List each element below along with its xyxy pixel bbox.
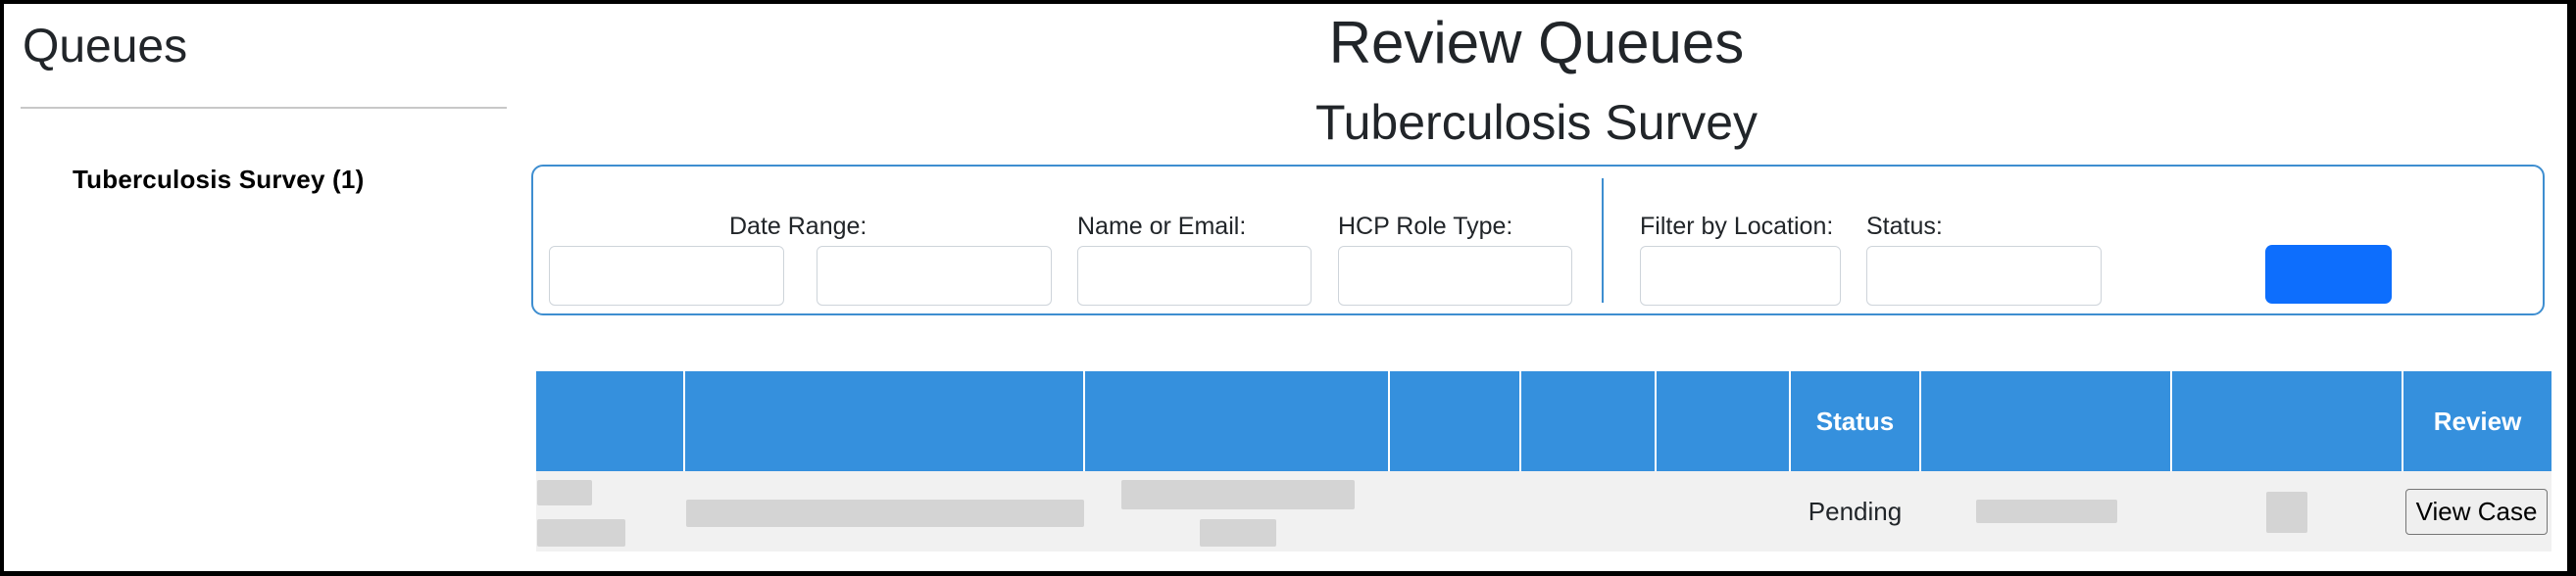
cell-8 (1920, 471, 2171, 552)
queue-title: Tuberculosis Survey (1314, 95, 1759, 150)
hcp-role-label: HCP Role Type: (1338, 213, 1513, 240)
status-cell: Pending (1790, 471, 1920, 552)
filter-divider (1602, 178, 1604, 303)
table-row: Pending View Case (536, 471, 2551, 552)
filter-submit-button[interactable] (2265, 245, 2392, 304)
date-end-input[interactable] (817, 246, 1052, 306)
column-header-9[interactable] (2170, 371, 2403, 471)
column-header-1[interactable] (536, 371, 684, 471)
name-email-input[interactable] (1077, 246, 1312, 306)
sidebar-item-tuberculosis-survey[interactable]: Tuberculosis Survey (1) (73, 167, 364, 192)
redacted-text (1121, 480, 1355, 509)
cell-5 (1520, 471, 1656, 552)
column-header-review: Review (2402, 371, 2551, 471)
page: Queues Tuberculosis Survey (1) Review Qu… (0, 0, 2576, 576)
redacted-text (686, 500, 1084, 527)
column-header-5[interactable] (1519, 371, 1656, 471)
sidebar-divider (21, 107, 507, 109)
cell-9 (2171, 471, 2403, 552)
date-start-input[interactable] (549, 246, 784, 306)
view-case-button[interactable]: View Case (2405, 489, 2548, 535)
cell-4 (1389, 471, 1520, 552)
status-input[interactable] (1866, 246, 2102, 306)
name-email-label: Name or Email: (1077, 213, 1247, 240)
page-title: Review Queues (1328, 10, 1745, 75)
table-header-row: Status Review (536, 371, 2551, 471)
redacted-icon (2266, 492, 2307, 533)
column-header-3[interactable] (1083, 371, 1389, 471)
column-header-8[interactable] (1919, 371, 2171, 471)
cell-2 (684, 471, 1084, 552)
date-range-label: Date Range: (729, 213, 867, 240)
review-queue-table: Status Review Pending View Case (536, 371, 2551, 552)
status-label: Status: (1866, 213, 1943, 240)
sidebar-title: Queues (23, 21, 188, 72)
location-label: Filter by Location: (1640, 213, 1834, 240)
column-header-4[interactable] (1388, 371, 1520, 471)
redacted-text (1976, 500, 2117, 523)
cell-6 (1656, 471, 1790, 552)
column-header-6[interactable] (1655, 371, 1790, 471)
column-header-status[interactable]: Status (1789, 371, 1920, 471)
review-cell: View Case (2403, 471, 2551, 552)
redacted-text (537, 480, 592, 505)
cell-3 (1084, 471, 1389, 552)
redacted-text (1200, 519, 1276, 547)
redacted-text (537, 519, 625, 547)
column-header-2[interactable] (683, 371, 1084, 471)
location-input[interactable] (1640, 246, 1841, 306)
hcp-role-input[interactable] (1338, 246, 1572, 306)
cell-1 (536, 471, 684, 552)
